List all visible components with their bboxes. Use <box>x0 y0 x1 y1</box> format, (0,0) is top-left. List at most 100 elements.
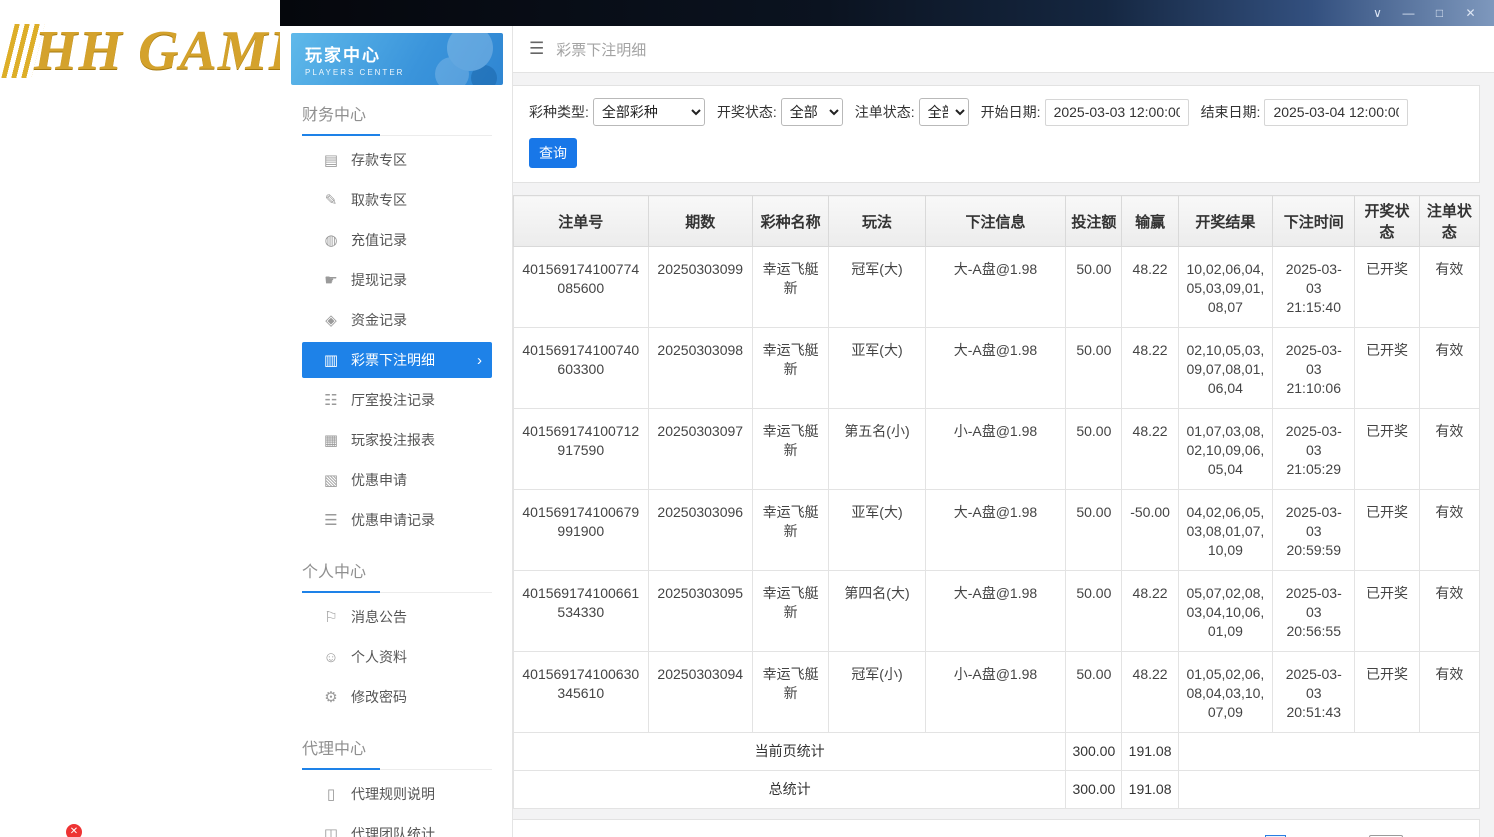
table-row: 401569174100630345610 20250303094 幸运飞艇新 … <box>513 651 1481 733</box>
recharge-records-icon: ◍ <box>324 232 338 249</box>
page-summary-label: 当前页统计 <box>513 732 1067 771</box>
sidebar: 玩家中心 PLAYERS CENTER 财务中心 ▤ 存款专区 ✎ 取款专区 ◍… <box>280 26 513 837</box>
sidebar-item-label: 优惠申请记录 <box>351 512 435 528</box>
total-summary-row: 总统计 300.00 191.08 <box>513 770 1481 809</box>
bet-time-cell: 2025-03-03 21:15:40 <box>1272 246 1356 328</box>
bet-amount-cell: 50.00 <box>1065 570 1123 652</box>
sidebar-item-label: 彩票下注明细 <box>351 352 435 368</box>
bet-id-cell: 401569174100774085600 <box>513 246 649 328</box>
bet-status-select[interactable]: 全部 <box>918 98 969 126</box>
bet-status-cell: 有效 <box>1418 651 1481 733</box>
col-bet-status: 注单状态 <box>1418 195 1481 247</box>
sidebar-item-player-bet-report[interactable]: ▦ 玩家投注报表 <box>302 422 492 458</box>
table-row: 401569174100679991900 20250303096 幸运飞艇新 … <box>513 489 1481 571</box>
draw-status-label: 开奖状态: <box>716 104 777 120</box>
deposit-icon: ▤ <box>323 152 339 169</box>
period-cell: 20250303094 <box>647 651 753 733</box>
draw-result-cell: 01,05,02,06,08,04,03,10,07,09 <box>1177 651 1274 733</box>
bet-info-cell: 小-A盘@1.98 <box>924 651 1067 733</box>
draw-result-cell: 10,02,06,04,05,03,09,01,08,07 <box>1177 246 1274 328</box>
draw-result-cell: 04,02,06,05,03,08,01,07,10,09 <box>1177 489 1274 571</box>
play-cell: 冠军(大) <box>828 246 926 328</box>
period-cell: 20250303099 <box>647 246 753 328</box>
sidebar-item-promo-apply-records[interactable]: ☰ 优惠申请记录 <box>302 502 492 538</box>
fund-records-icon: ◈ <box>325 312 337 329</box>
search-button[interactable]: 查询 <box>529 138 577 168</box>
bet-id-cell: 401569174100630345610 <box>513 651 649 733</box>
bet-info-cell: 大-A盘@1.98 <box>924 246 1067 328</box>
col-bet-amount: 投注额 <box>1065 195 1123 247</box>
start-date-input[interactable] <box>1044 98 1189 126</box>
player-bet-report-icon: ▦ <box>323 432 339 449</box>
page-title: 彩票下注明细 <box>556 41 647 59</box>
section-title-finance: 财务中心 <box>302 85 492 136</box>
sidebar-item-recharge-records[interactable]: ◍ 充值记录 <box>302 222 492 258</box>
bet-id-cell: 401569174100661534330 <box>513 570 649 652</box>
lottery-bet-details-icon: ▥ <box>323 352 339 369</box>
chevron-down-icon[interactable]: ∨ <box>1362 0 1393 26</box>
bet-time-cell: 2025-03-03 20:51:43 <box>1272 651 1356 733</box>
total-summary-empty <box>1177 770 1481 809</box>
sidebar-item-label: 消息公告 <box>351 609 407 625</box>
bet-amount-cell: 50.00 <box>1065 246 1123 328</box>
bet-status-label: 注单状态: <box>854 104 915 120</box>
bet-info-cell: 小-A盘@1.98 <box>924 408 1067 490</box>
withdraw-icon: ✎ <box>324 192 338 209</box>
sidebar-item-announcements[interactable]: ⚐ 消息公告 <box>302 599 492 635</box>
bet-amount-cell: 50.00 <box>1065 408 1123 490</box>
lottery-name-cell: 幸运飞艇新 <box>751 651 830 733</box>
sidebar-item-agent-team-stats[interactable]: ◫ 代理团队统计 <box>302 816 492 837</box>
hamburger-icon[interactable]: ☰ <box>529 39 544 59</box>
lottery-type-label: 彩种类型: <box>529 104 589 120</box>
bet-info-cell: 大-A盘@1.98 <box>924 327 1067 409</box>
bet-time-cell: 2025-03-03 20:56:55 <box>1272 570 1356 652</box>
end-date-input[interactable] <box>1264 98 1409 126</box>
main-content: ☰ 彩票下注明细 彩种类型: 全部彩种 开奖状态: 全部 注单状态: 全部 开始… <box>513 26 1494 837</box>
sidebar-item-agent-rules[interactable]: ▯ 代理规则说明 <box>302 776 492 812</box>
gear-icon: ⚙ <box>324 689 338 706</box>
sidebar-item-deposit[interactable]: ▤ 存款专区 <box>302 142 492 178</box>
draw-status-cell: 已开奖 <box>1354 489 1420 571</box>
play-cell: 冠军(小) <box>828 651 926 733</box>
win-loss-cell: 48.22 <box>1121 246 1179 328</box>
col-bet-id: 注单号 <box>513 195 649 247</box>
promo-apply-records-icon: ☰ <box>324 512 338 529</box>
sidebar-item-profile[interactable]: ☺ 个人资料 <box>302 639 492 675</box>
sidebar-item-change-password[interactable]: ⚙ 修改密码 <box>302 679 492 715</box>
sidebar-item-hall-bet-records[interactable]: ☷ 厅室投注记录 <box>302 382 492 418</box>
play-cell: 第四名(大) <box>828 570 926 652</box>
error-close-icon[interactable]: ✕ <box>66 824 82 837</box>
bet-status-cell: 有效 <box>1418 327 1481 409</box>
minimize-button[interactable]: — <box>1393 0 1424 26</box>
period-cell: 20250303098 <box>647 327 753 409</box>
chevron-right-icon: › <box>477 351 482 369</box>
lottery-name-cell: 幸运飞艇新 <box>751 489 830 571</box>
col-draw-result: 开奖结果 <box>1177 195 1274 247</box>
sidebar-item-lottery-bet-details[interactable]: ▥ 彩票下注明细 › <box>302 342 492 378</box>
sidebar-item-withdraw[interactable]: ✎ 取款专区 <box>302 182 492 218</box>
window-titlebar: ∨ — □ ✕ <box>280 0 1494 26</box>
table-row: 401569174100661534330 20250303095 幸运飞艇新 … <box>513 570 1481 652</box>
sidebar-item-fund-records[interactable]: ◈ 资金记录 <box>302 302 492 338</box>
bet-time-cell: 2025-03-03 20:59:59 <box>1272 489 1356 571</box>
pagination-bar: 每页显示20条 共6条 首页 上一页 1 下一页 第 页 跳转 <box>513 819 1480 837</box>
content-topbar: ☰ 彩票下注明细 <box>513 26 1494 73</box>
win-loss-cell: 48.22 <box>1121 408 1179 490</box>
total-summary-label: 总统计 <box>513 770 1067 809</box>
brand-logo: HH GAME <box>1 23 307 79</box>
col-bet-time: 下注时间 <box>1272 195 1356 247</box>
col-win-loss: 输赢 <box>1121 195 1179 247</box>
maximize-button[interactable]: □ <box>1424 0 1455 26</box>
bet-id-cell: 401569174100740603300 <box>513 327 649 409</box>
lottery-name-cell: 幸运飞艇新 <box>751 246 830 328</box>
lottery-type-select[interactable]: 全部彩种 <box>592 98 705 126</box>
close-button[interactable]: ✕ <box>1455 0 1486 26</box>
sidebar-item-withdrawal-records[interactable]: ☛ 提现记录 <box>302 262 492 298</box>
draw-status-cell: 已开奖 <box>1354 408 1420 490</box>
sidebar-item-promo-apply[interactable]: ▧ 优惠申请 <box>302 462 492 498</box>
end-date-label: 结束日期: <box>1200 104 1261 120</box>
team-icon: ◫ <box>323 826 339 837</box>
total-summary-win-loss: 191.08 <box>1121 770 1179 809</box>
page-summary-empty <box>1177 732 1481 771</box>
draw-status-select[interactable]: 全部 <box>780 98 843 126</box>
